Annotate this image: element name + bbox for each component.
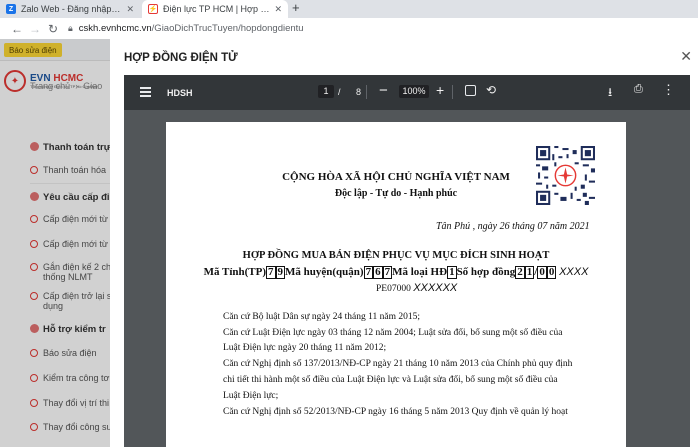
evn-icon: ⚡ (148, 4, 158, 14)
paragraph-line: Luật Điện lực; (223, 391, 279, 401)
forward-icon[interactable]: → (26, 22, 44, 36)
page-number-input[interactable]: 1 (318, 85, 334, 98)
paragraph-line: chi tiết thi hành một số điều của Luật Đ… (223, 375, 558, 385)
tab-title: Zalo Web - Đăng nhập Zalo (21, 4, 123, 14)
toolbar-divider (366, 85, 367, 99)
pdf-page: CỘNG HÒA XÃ HỘI CHỦ NGHĨA VIỆT NAM Độc l… (166, 122, 626, 447)
rotate-icon[interactable]: ⟲ (486, 83, 496, 97)
lock-icon[interactable]: 🔒︎ (68, 23, 73, 34)
zalo-icon: Z (6, 4, 16, 14)
pdf-file-name: HDSH (167, 88, 193, 98)
contract-title: HỢP ĐỒNG MUA BÁN ĐIỆN PHỤC VỤ MỤC ĐÍCH S… (242, 250, 550, 261)
pdf-toolbar: HDSH 1 / 8 − 100% + ⟲ ⭳ ⎙ ⋮ (124, 75, 690, 110)
menu-icon[interactable] (140, 87, 151, 99)
back-icon[interactable]: ← (8, 22, 26, 36)
paragraph-line: Căn cứ Luật Điện lực ngày 03 tháng 12 nă… (223, 328, 563, 338)
new-tab-button[interactable]: + (292, 0, 300, 18)
close-icon[interactable]: ✕ (680, 48, 692, 65)
zoom-out-button[interactable]: − (379, 82, 388, 99)
url-path: /GiaoDichTrucTuyen/hopdongdientu (151, 23, 304, 34)
national-title: CỘNG HÒA XÃ HỘI CHỦ NGHĨA VIỆT NAM (282, 171, 510, 183)
address-bar[interactable]: 🔒︎ cskh.evnhcmc.vn /GiaoDichTrucTuyen/ho… (68, 21, 304, 37)
more-options-icon[interactable]: ⋮ (662, 82, 675, 98)
paragraph-line: Luật Điện lực ngày 20 tháng 11 năm 2012; (223, 343, 387, 353)
reload-icon[interactable]: ↻ (44, 22, 62, 36)
browser-tab-zalo[interactable]: Z Zalo Web - Đăng nhập Zalo ✕ (0, 0, 140, 18)
national-motto: Độc lập - Tự do - Hạnh phúc (334, 188, 458, 199)
zoom-level-input[interactable]: 100% (399, 85, 429, 98)
contract-modal: HỢP ĐỒNG ĐIỆN TỬ ✕ HDSH 1 / 8 − 100% + ⟲… (110, 39, 698, 447)
close-tab-icon[interactable]: ✕ (126, 4, 134, 15)
tab-strip: Z Zalo Web - Đăng nhập Zalo ✕ ⚡ Điện lực… (0, 0, 698, 18)
paragraph-line: Căn cứ Nghị định số 137/2013/NĐ-CP ngày … (223, 359, 573, 369)
contract-code-line: Mã Tỉnh(TP) 7 9 Mã huyện(quận) 7 6 7 Mã loại HĐ… (203, 266, 589, 279)
paragraph-line: Căn cứ Nghị định số 52/2013/NĐ-CP ngày 1… (223, 407, 568, 417)
browser-toolbar: ← → ↻ 🔒︎ cskh.evnhcmc.vn /GiaoDichTrucTu… (0, 18, 698, 39)
page-total: 8 (356, 87, 362, 97)
pdf-viewer: HDSH 1 / 8 − 100% + ⟲ ⭳ ⎙ ⋮ CỘNG HÒA XÃ … (124, 75, 690, 447)
place-and-date: Tân Phú , ngày 26 tháng 07 năm 2021 (436, 221, 590, 232)
close-tab-icon[interactable]: ✕ (274, 4, 282, 15)
customer-code: PE07000 XXXXXX (376, 282, 458, 294)
print-icon[interactable]: ⎙ (634, 83, 643, 96)
zoom-in-button[interactable]: + (436, 82, 444, 98)
toolbar-divider (452, 85, 453, 99)
url-host: cskh.evnhcmc.vn (78, 23, 152, 34)
browser-tab-evn[interactable]: ⚡ Điện lực TP HCM | Hợp đồng điện tử ✕ (142, 0, 288, 18)
paragraph-line: Căn cứ Bộ luật Dân sự ngày 24 tháng 11 n… (223, 312, 421, 322)
modal-title: HỢP ĐỒNG ĐIỆN TỬ (124, 52, 238, 64)
download-icon[interactable]: ⭳ (608, 83, 612, 104)
page-separator: / (338, 87, 341, 97)
fit-page-icon[interactable] (465, 85, 476, 96)
tab-title: Điện lực TP HCM | Hợp đồng điện tử (163, 4, 271, 14)
